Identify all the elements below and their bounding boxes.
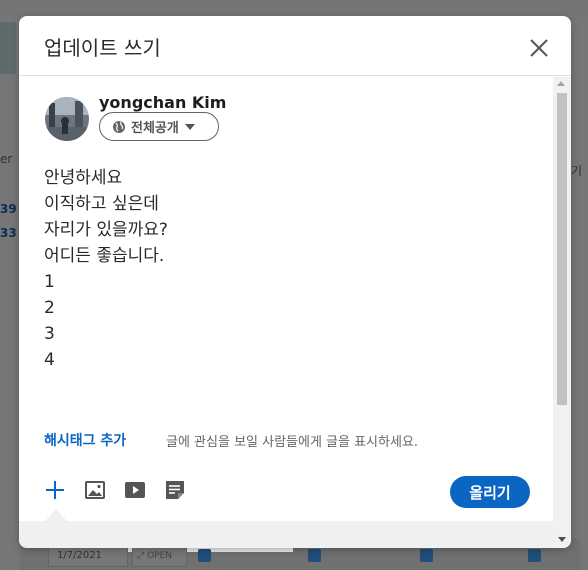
hashtag-row: 해시태그 추가 글에 관심을 보일 사람들에게 글을 표시하세요.: [44, 430, 544, 450]
add-photo-button[interactable]: [83, 478, 107, 502]
video-icon: [125, 482, 145, 498]
tooltip-pointer: [45, 509, 67, 521]
plus-icon: [46, 481, 64, 499]
post-text-line: 안녕하세요: [44, 168, 123, 188]
background-banner: [0, 22, 16, 74]
scrollbar[interactable]: [553, 77, 571, 548]
modal-footer-strip: [19, 521, 571, 548]
modal-title: 업데이트 쓰기: [44, 36, 161, 60]
post-button[interactable]: 올리기: [450, 476, 530, 508]
scroll-thumb[interactable]: [557, 93, 567, 405]
document-icon: [166, 481, 184, 499]
avatar: [45, 97, 89, 141]
modal-body: yongchan Kim 전체공개 안녕하세요 이직하고 싶은데 자리가 있을까…: [19, 77, 571, 522]
modal-header: 업데이트 쓰기: [19, 16, 571, 76]
author-name: yongchan Kim: [99, 93, 227, 112]
background-open-badge: ⤢ OPEN: [132, 545, 187, 567]
globe-icon: [113, 120, 125, 133]
background-open-label: OPEN: [147, 551, 172, 561]
scroll-down-arrow-icon[interactable]: [558, 537, 566, 542]
post-text-line: 자리가 있을까요?: [44, 220, 168, 240]
background-text: er: [0, 152, 13, 166]
post-text-line: 3: [44, 324, 55, 344]
post-composer-modal: 업데이트 쓰기 yongchan Kim 전체공개 안녕하세요 이직하고 싶은데…: [19, 16, 571, 548]
add-document-button[interactable]: [163, 478, 187, 502]
post-text-line: 어디든 좋습니다.: [44, 246, 165, 266]
post-text-line: 이직하고 싶은데: [44, 194, 159, 214]
close-button[interactable]: [525, 34, 553, 62]
background-checkbox: [528, 549, 541, 562]
visibility-label: 전체공개: [131, 121, 179, 136]
background-checkbox: [420, 549, 433, 562]
post-text-area[interactable]: 안녕하세요 이직하고 싶은데 자리가 있을까요? 어디든 좋습니다. 1 2 3…: [44, 165, 544, 373]
scroll-up-arrow-icon[interactable]: [557, 81, 565, 86]
add-content-button[interactable]: [43, 478, 67, 502]
background-checkbox: [308, 549, 321, 562]
image-icon: [85, 481, 105, 499]
hashtag-hint: 글에 관심을 보일 사람들에게 글을 표시하세요.: [166, 435, 419, 450]
post-text-line: 2: [44, 298, 55, 318]
background-date-field: 1/7/2021: [48, 545, 128, 567]
background-top-bar: [0, 0, 588, 16]
chevron-down-icon: [184, 123, 195, 130]
background-link: 33: [0, 226, 17, 240]
background-link: 39: [0, 202, 17, 216]
close-icon: [530, 39, 548, 57]
add-hashtag-button[interactable]: 해시태그 추가: [44, 430, 126, 450]
background-checkbox: [198, 549, 211, 562]
background-text: 기: [571, 164, 583, 178]
visibility-dropdown[interactable]: 전체공개: [99, 112, 219, 141]
add-video-button[interactable]: [123, 478, 147, 502]
post-text-line: 1: [44, 272, 55, 292]
post-text-line: 4: [44, 350, 55, 370]
